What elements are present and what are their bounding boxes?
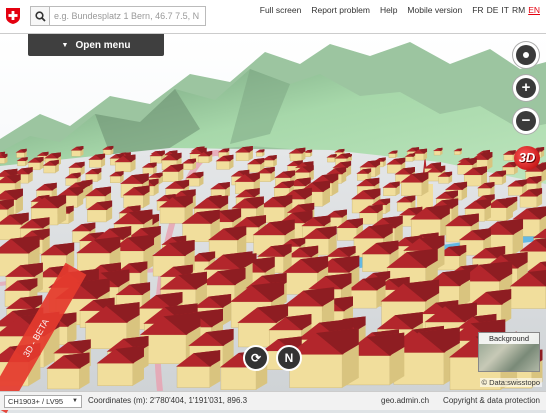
compass-north-icon[interactable]: N	[276, 345, 302, 371]
geo-admin-link[interactable]: geo.admin.ch	[381, 396, 429, 405]
plus-icon: +	[516, 78, 536, 98]
mobile-version-link[interactable]: Mobile version	[407, 5, 462, 15]
open-menu-button[interactable]: ▼ Open menu	[28, 34, 164, 56]
zoom-out-button[interactable]: −	[513, 108, 539, 134]
caret-down-icon: ▼	[62, 42, 69, 49]
chevron-down-icon: ▼	[72, 396, 78, 407]
background-label: Background	[479, 333, 539, 344]
search-icon	[35, 11, 46, 22]
geolocate-button[interactable]	[513, 42, 539, 68]
zoom-in-button[interactable]: +	[513, 75, 539, 101]
map-scene[interactable]	[0, 34, 546, 391]
background-selector[interactable]: Background	[478, 332, 540, 372]
data-attribution: © Data:swisstopo	[480, 378, 542, 387]
search-input[interactable]	[50, 6, 206, 26]
lang-fr[interactable]: FR	[472, 5, 483, 15]
projection-select[interactable]: CH1903+ / LV95 ▼	[4, 395, 82, 408]
map-3d-viewport[interactable]	[0, 34, 546, 391]
lang-rm[interactable]: RM	[512, 5, 525, 15]
footer-bar: CH1903+ / LV95 ▼ Coordinates (m): 2'780'…	[0, 391, 546, 410]
minus-icon: −	[516, 111, 536, 131]
report-problem-link[interactable]: Report problem	[311, 5, 370, 15]
full-screen-link[interactable]: Full screen	[260, 5, 302, 15]
coordinates-readout: Coordinates (m): 2'780'404, 1'191'031, 8…	[88, 396, 247, 405]
rotate-control-icon[interactable]: ⟳	[243, 345, 269, 371]
lang-en[interactable]: EN	[528, 5, 540, 15]
copyright-link[interactable]: Copyright & data protection	[443, 396, 540, 405]
toggle-3d-button[interactable]: 3D	[514, 146, 540, 170]
projection-value: CH1903+ / LV95	[8, 397, 63, 406]
search-button[interactable]	[30, 6, 50, 26]
building	[0, 154, 7, 164]
open-menu-label: Open menu	[75, 40, 130, 51]
top-nav: Full screen Report problem Help Mobile v…	[260, 5, 540, 15]
top-bar: Full screen Report problem Help Mobile v…	[0, 0, 546, 34]
locate-icon	[516, 45, 536, 65]
lang-de[interactable]: DE	[487, 5, 499, 15]
lang-it[interactable]: IT	[501, 5, 509, 15]
language-switcher: FR DE IT RM EN	[472, 5, 540, 15]
swiss-cross-logo-icon[interactable]	[5, 7, 21, 25]
help-link[interactable]: Help	[380, 5, 397, 15]
